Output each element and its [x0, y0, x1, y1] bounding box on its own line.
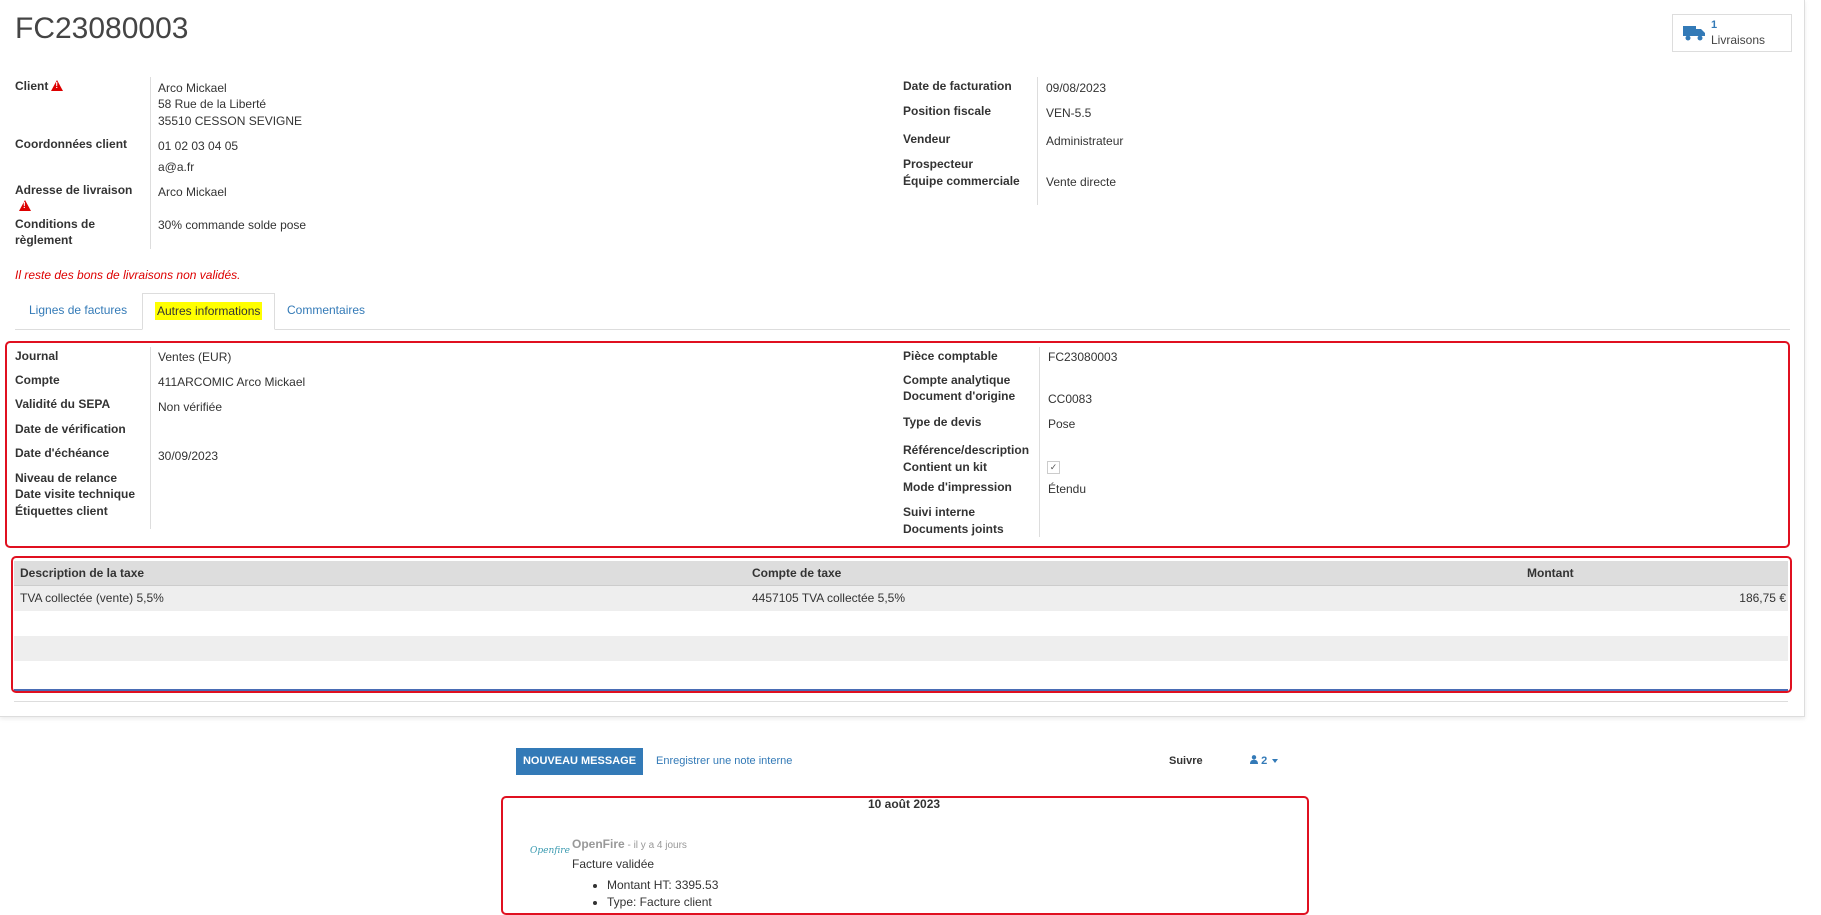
- followers-button[interactable]: 2: [1250, 755, 1279, 767]
- record-title: FC23080003: [15, 12, 189, 45]
- prospector-label: Prospecteur: [903, 157, 974, 171]
- log-note-link[interactable]: Enregistrer une note interne: [656, 755, 792, 767]
- seller-link[interactable]: Administrateur: [1046, 134, 1123, 148]
- sales-team-label: Équipe commerciale: [903, 174, 1020, 188]
- annotation-highlight-message: [501, 796, 1309, 915]
- sales-team-link[interactable]: Vente directe: [1046, 175, 1116, 189]
- divider: [14, 701, 1788, 702]
- fiscal-position-value[interactable]: VEN-5.5: [1046, 106, 1091, 120]
- warning-icon: [19, 200, 31, 211]
- follow-button[interactable]: Suivre: [1169, 755, 1203, 767]
- seller-label: Vendeur: [903, 132, 951, 146]
- tab-other-info[interactable]: Autres informations: [142, 293, 276, 330]
- truck-icon: [1683, 26, 1705, 41]
- client-city: 35510 CESSON SEVIGNE: [158, 114, 303, 128]
- caret-down-icon: [1272, 759, 1279, 764]
- payment-terms-label-2: règlement: [15, 233, 73, 247]
- notebook-tabs: Lignes de factures Autres informations C…: [15, 293, 1790, 330]
- delivery-address-label: Adresse de livraison: [15, 183, 133, 197]
- delivery-address-link[interactable]: Arco Mickael: [158, 185, 227, 199]
- tab-invoice-lines[interactable]: Lignes de factures: [15, 293, 141, 328]
- invoice-date-label: Date de facturation: [903, 79, 1012, 93]
- client-street: 58 Rue de la Liberté: [158, 97, 267, 111]
- annotation-highlight-tax-table: [11, 556, 1792, 693]
- client-email: a@a.fr: [158, 160, 195, 174]
- fiscal-position-label: Position fiscale: [903, 104, 992, 118]
- tab-comments[interactable]: Commentaires: [273, 293, 379, 328]
- coords-label: Coordonnées client: [15, 137, 128, 151]
- warning-message: Il reste des bons de livraisons non vali…: [15, 268, 241, 282]
- new-message-button[interactable]: NOUVEAU MESSAGE: [516, 748, 643, 775]
- user-icon: [1250, 755, 1258, 764]
- divider: [150, 77, 151, 249]
- warning-icon: [51, 80, 64, 91]
- client-label: Client: [15, 79, 64, 93]
- form-sheet: FC23080003 1 Livraisons Client Arco Mick…: [0, 0, 1805, 717]
- followers-count: 2: [1261, 755, 1268, 767]
- deliveries-label: Livraisons: [1711, 33, 1766, 47]
- tab-other-info-label: Autres informations: [155, 302, 263, 320]
- annotation-highlight-other-info: [5, 341, 1790, 548]
- client-name-link[interactable]: Arco Mickael: [158, 81, 227, 95]
- payment-terms-link[interactable]: 30% commande solde pose: [158, 218, 306, 232]
- divider: [1037, 77, 1038, 205]
- deliveries-button[interactable]: 1 Livraisons: [1672, 14, 1792, 52]
- deliveries-count: 1: [1711, 19, 1718, 31]
- invoice-date-value[interactable]: 09/08/2023: [1046, 81, 1106, 95]
- payment-terms-label-1: Conditions de: [15, 217, 95, 231]
- client-phone: 01 02 03 04 05: [158, 139, 239, 153]
